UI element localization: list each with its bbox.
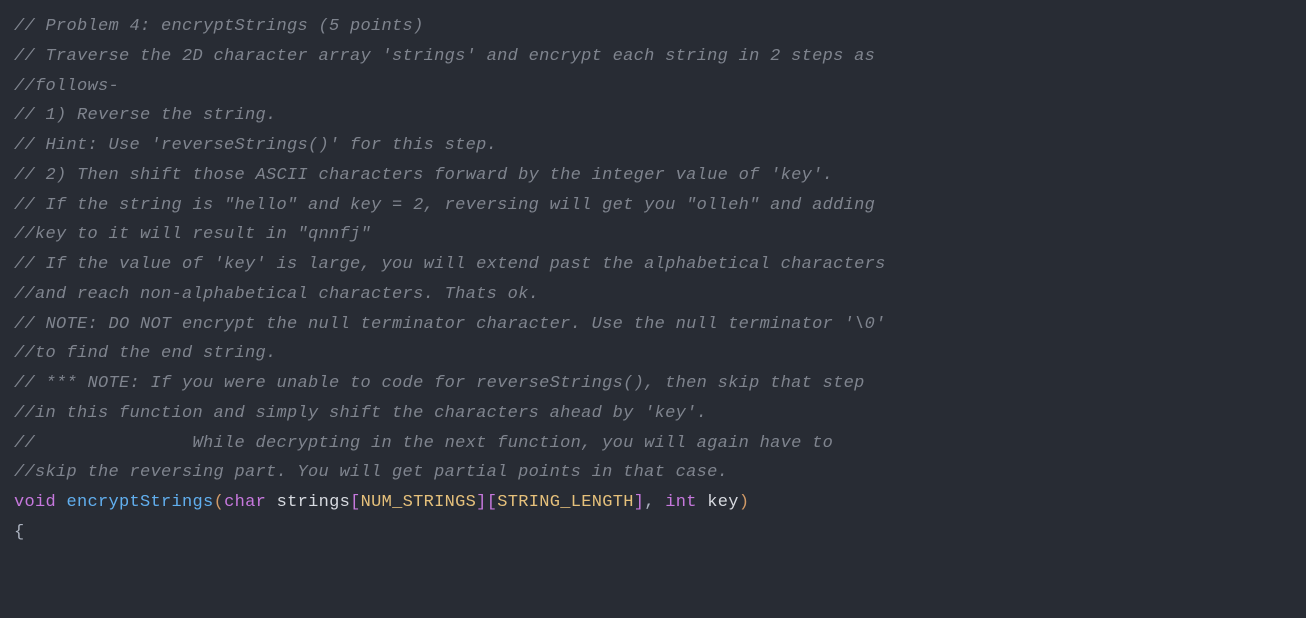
space — [697, 493, 708, 512]
keyword-char: char — [224, 493, 266, 512]
code-line-9: // If the value of 'key' is large, you w… — [14, 250, 1292, 280]
comma: , — [644, 493, 665, 512]
close-paren: ) — [739, 493, 750, 512]
comment-text: //skip the reversing part. You will get … — [14, 463, 728, 482]
comment-text: // If the value of 'key' is large, you w… — [14, 255, 886, 274]
code-line-10: //and reach non-alphabetical characters.… — [14, 280, 1292, 310]
keyword-int: int — [665, 493, 697, 512]
code-line-11: // NOTE: DO NOT encrypt the null termina… — [14, 310, 1292, 340]
close-bracket: ] — [476, 493, 487, 512]
comment-text: //to find the end string. — [14, 344, 277, 363]
close-bracket: ] — [634, 493, 645, 512]
function-name: encryptStrings — [67, 493, 214, 512]
code-line-8: //key to it will result in "qnnfj" — [14, 220, 1292, 250]
constant-num-strings: NUM_STRINGS — [361, 493, 477, 512]
code-editor[interactable]: // Problem 4: encryptStrings (5 points) … — [14, 12, 1292, 548]
param-strings: strings — [277, 493, 351, 512]
comment-text: //in this function and simply shift the … — [14, 404, 707, 423]
comment-text: // While decrypting in the next function… — [14, 434, 833, 453]
code-line-signature: void encryptStrings(char strings[NUM_STR… — [14, 488, 1292, 518]
open-bracket: [ — [350, 493, 361, 512]
comment-text: // Hint: Use 'reverseStrings()' for this… — [14, 136, 497, 155]
comment-text: // If the string is "hello" and key = 2,… — [14, 196, 875, 215]
comment-text: // Problem 4: encryptStrings (5 points) — [14, 17, 424, 36]
code-line-4: // 1) Reverse the string. — [14, 101, 1292, 131]
code-line-6: // 2) Then shift those ASCII characters … — [14, 161, 1292, 191]
open-bracket: [ — [487, 493, 498, 512]
param-key: key — [707, 493, 739, 512]
comment-text: // 2) Then shift those ASCII characters … — [14, 166, 833, 185]
comment-text: // NOTE: DO NOT encrypt the null termina… — [14, 315, 886, 334]
comment-text: //and reach non-alphabetical characters.… — [14, 285, 539, 304]
code-line-16: //skip the reversing part. You will get … — [14, 458, 1292, 488]
comment-text: //follows- — [14, 77, 119, 96]
comment-text: // *** NOTE: If you were unable to code … — [14, 374, 865, 393]
code-line-15: // While decrypting in the next function… — [14, 429, 1292, 459]
open-paren: ( — [214, 493, 225, 512]
code-line-3: //follows- — [14, 72, 1292, 102]
code-line-1: // Problem 4: encryptStrings (5 points) — [14, 12, 1292, 42]
open-brace: { — [14, 523, 25, 542]
comment-text: //key to it will result in "qnnfj" — [14, 225, 371, 244]
space — [266, 493, 277, 512]
code-line-5: // Hint: Use 'reverseStrings()' for this… — [14, 131, 1292, 161]
code-line-13: // *** NOTE: If you were unable to code … — [14, 369, 1292, 399]
code-line-14: //in this function and simply shift the … — [14, 399, 1292, 429]
code-line-brace: { — [14, 518, 1292, 548]
code-line-2: // Traverse the 2D character array 'stri… — [14, 42, 1292, 72]
constant-string-length: STRING_LENGTH — [497, 493, 634, 512]
space — [56, 493, 67, 512]
comment-text: // Traverse the 2D character array 'stri… — [14, 47, 875, 66]
code-line-12: //to find the end string. — [14, 339, 1292, 369]
keyword-void: void — [14, 493, 56, 512]
code-line-7: // If the string is "hello" and key = 2,… — [14, 191, 1292, 221]
comment-text: // 1) Reverse the string. — [14, 106, 277, 125]
